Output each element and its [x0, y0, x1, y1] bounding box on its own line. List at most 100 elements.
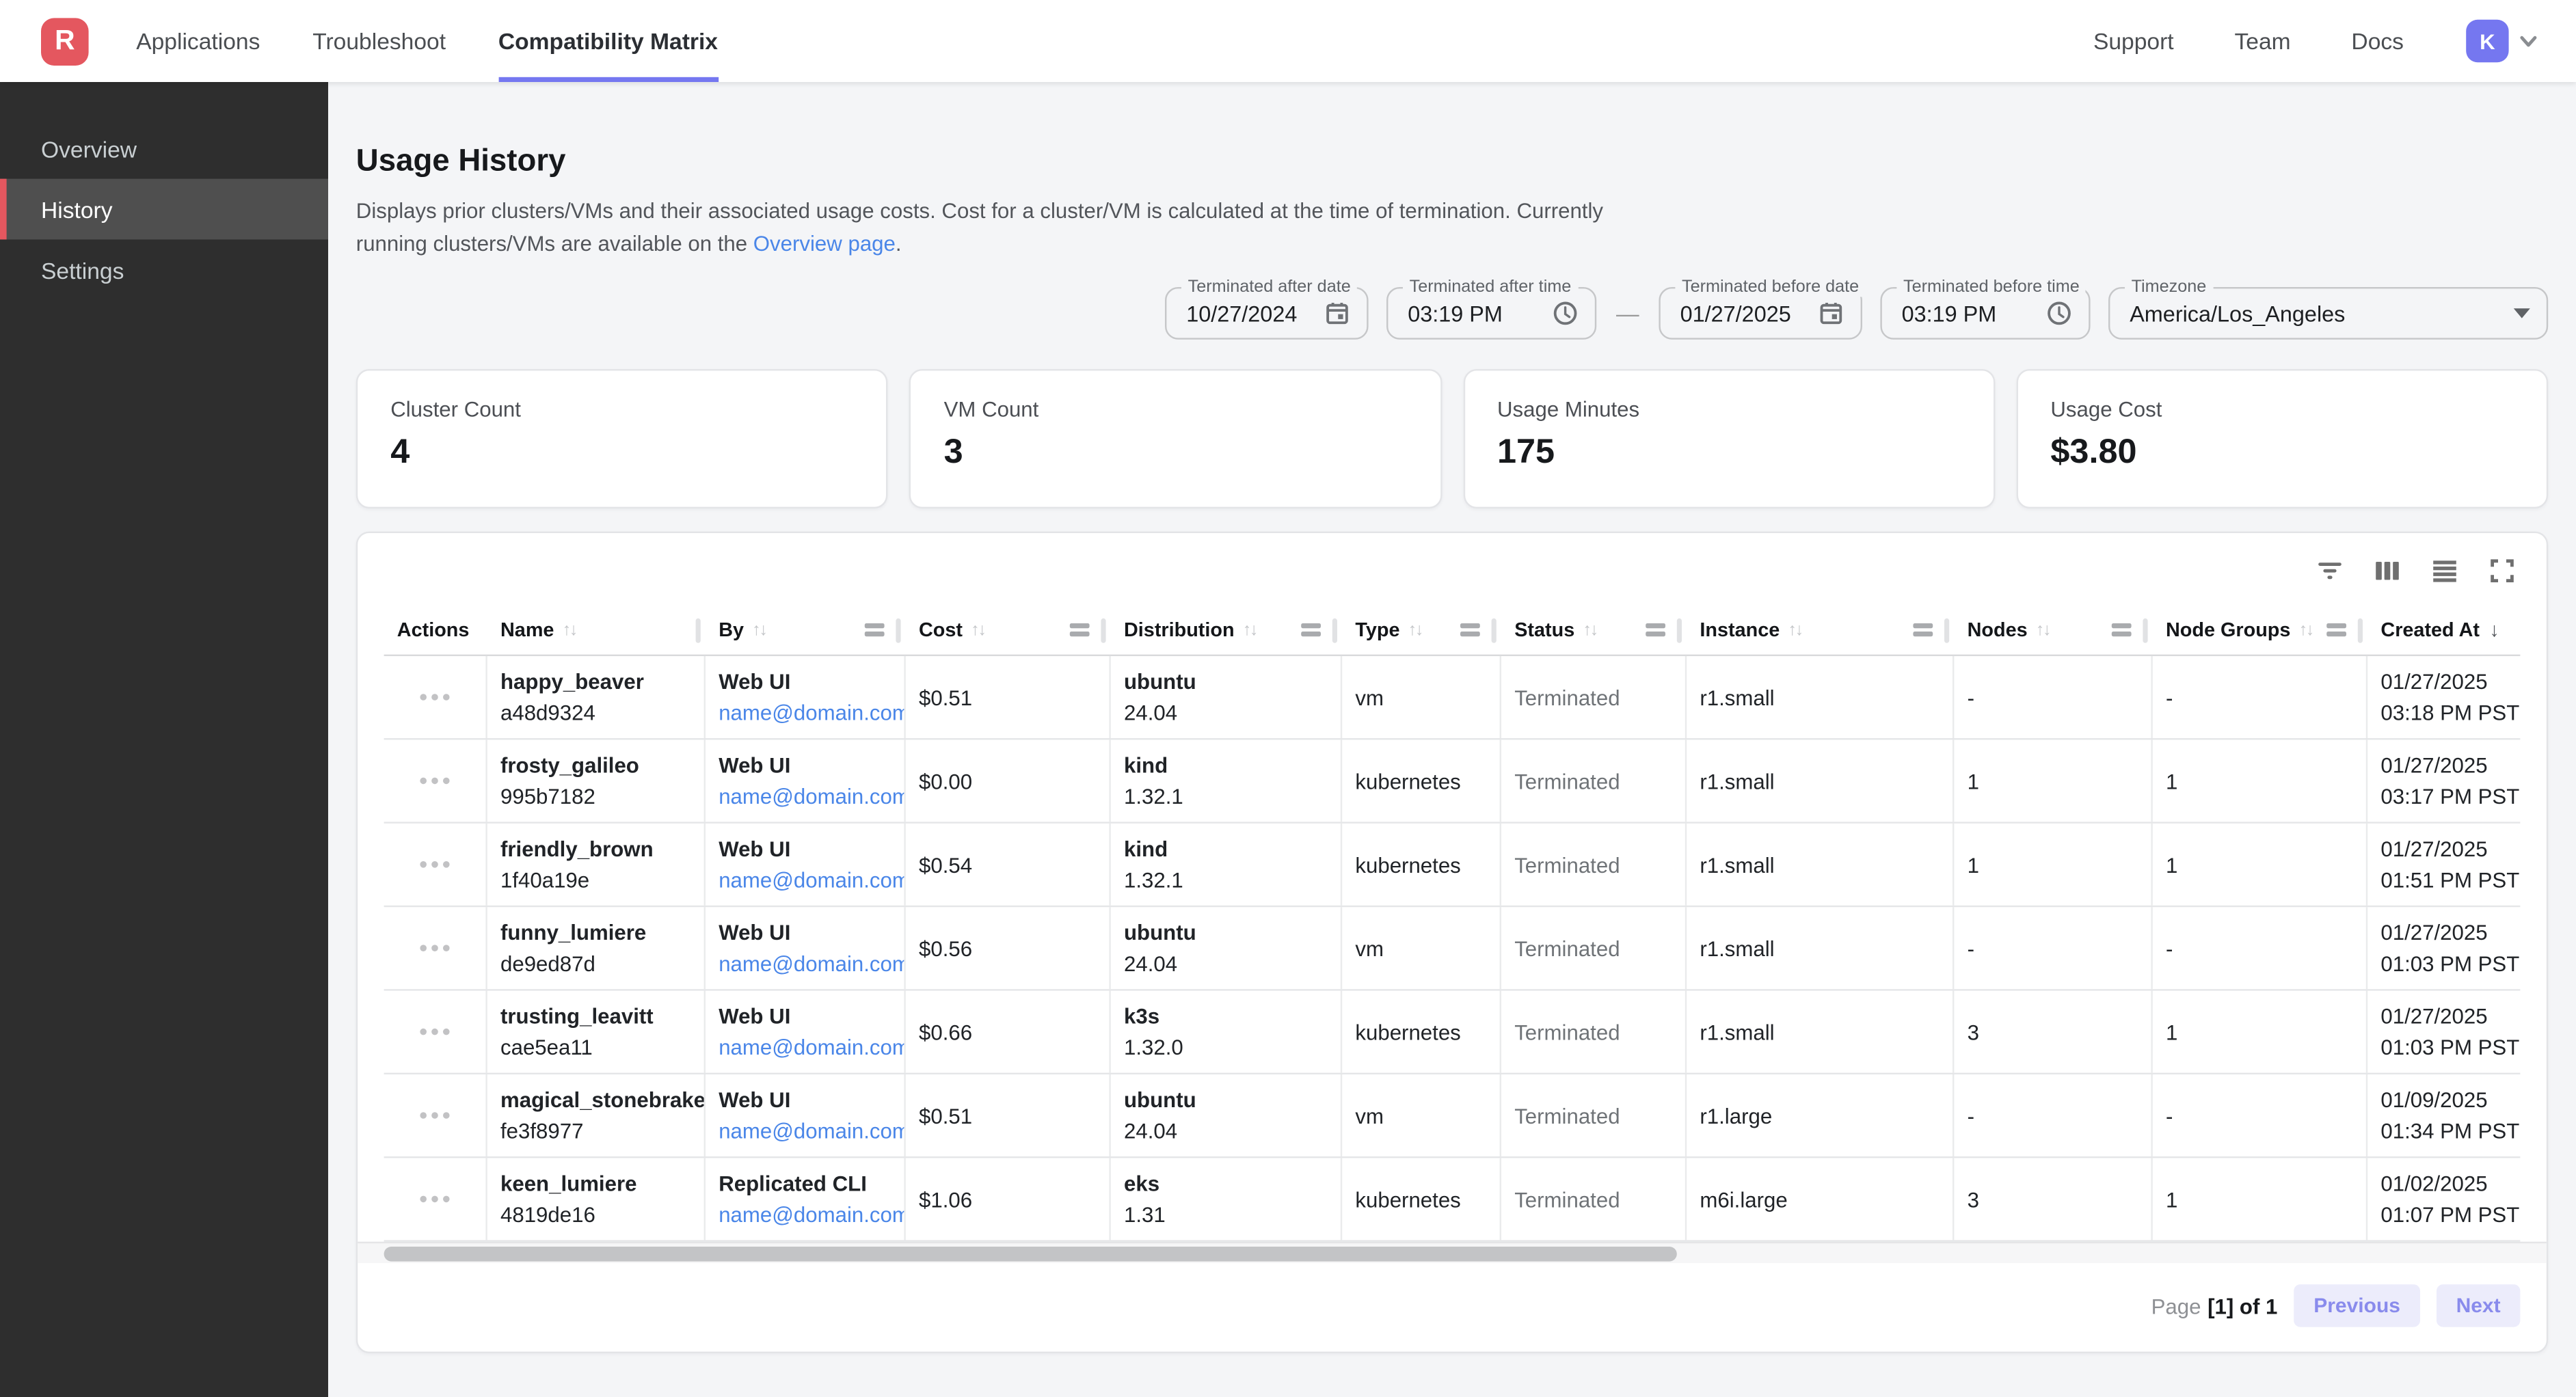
next-button[interactable]: Next: [2437, 1284, 2521, 1327]
fullscreen-icon[interactable]: [2487, 554, 2517, 587]
cell-node-groups: 1: [2153, 740, 2367, 822]
creator-email-link[interactable]: name@domain.com: [719, 1035, 891, 1059]
row-actions-icon[interactable]: [420, 1196, 449, 1203]
sort-arrows-icon[interactable]: ↑↓: [1583, 620, 1596, 640]
column-menu-icon[interactable]: [2326, 620, 2346, 640]
nav-item[interactable]: Applications: [136, 0, 260, 82]
filter-bar: Terminated after date 10/27/2024 Termina…: [356, 287, 2548, 340]
top-link[interactable]: Team: [2234, 28, 2290, 54]
main-content: Usage History Displays prior clusters/VM…: [328, 82, 2576, 1397]
cell-node-groups: -: [2153, 656, 2367, 738]
replicated-logo[interactable]: R: [41, 17, 89, 65]
horizontal-scrollbar-thumb[interactable]: [384, 1247, 1676, 1262]
cell-distribution: ubuntu 24.04: [1111, 907, 1342, 989]
row-actions-icon[interactable]: [420, 1029, 449, 1035]
column-header-label: Nodes: [1968, 619, 2028, 642]
columns-icon[interactable]: [2372, 554, 2402, 587]
timezone-select[interactable]: Timezone America/Los_Angeles: [2108, 287, 2548, 340]
cluster-name: funny_lumiere: [500, 920, 690, 945]
cell-status: Terminated: [1501, 656, 1687, 738]
column-header[interactable]: Nodes ↑↓: [1954, 606, 2152, 655]
cell-name: friendly_brown 1f40a19e: [487, 824, 706, 906]
row-actions-icon[interactable]: [420, 694, 449, 701]
column-menu-icon[interactable]: [1913, 620, 1933, 640]
sidebar-item[interactable]: Settings: [0, 239, 328, 300]
cell-cost: $0.00: [906, 740, 1111, 822]
sort-arrows-icon[interactable]: ↑↓: [2036, 620, 2050, 640]
pagination: Page [1] of 1 Previous Next: [384, 1263, 2521, 1352]
top-link[interactable]: Docs: [2351, 28, 2404, 54]
column-separator: [2358, 618, 2363, 642]
calendar-icon[interactable]: [1818, 300, 1844, 326]
date-time-field[interactable]: Terminated after date 10/27/2024: [1165, 287, 1369, 340]
date-time-field[interactable]: Terminated after time 03:19 PM: [1386, 287, 1596, 340]
creator-email-link[interactable]: name@domain.com: [719, 951, 891, 976]
previous-button[interactable]: Previous: [2294, 1284, 2419, 1327]
user-avatar[interactable]: K: [2466, 20, 2508, 62]
column-header[interactable]: Actions: [384, 606, 487, 655]
row-actions-icon[interactable]: [420, 778, 449, 785]
column-menu-icon[interactable]: [2112, 620, 2132, 640]
sort-arrows-icon[interactable]: ↑↓: [971, 620, 984, 640]
column-header[interactable]: By ↑↓: [706, 606, 906, 655]
column-header[interactable]: Created At ↓: [2367, 606, 2520, 655]
nav-item[interactable]: Troubleshoot: [312, 0, 446, 82]
sort-arrows-icon[interactable]: ↑↓: [562, 620, 576, 640]
clock-icon[interactable]: [1552, 300, 1578, 326]
sort-arrows-icon[interactable]: ↑↓: [1408, 620, 1422, 640]
column-menu-icon[interactable]: [1070, 620, 1090, 640]
clock-icon[interactable]: [2046, 300, 2072, 326]
creator-email-link[interactable]: name@domain.com: [719, 701, 891, 725]
overview-page-link[interactable]: Overview page: [753, 231, 896, 256]
column-header[interactable]: Instance ↑↓: [1687, 606, 1954, 655]
cell-status: Terminated: [1501, 740, 1687, 822]
date-time-field[interactable]: Terminated before date 01/27/2025: [1659, 287, 1862, 340]
cell-distribution: eks 1.31: [1111, 1158, 1342, 1240]
sidebar-item[interactable]: History: [0, 179, 328, 240]
stat-value: $3.80: [2050, 433, 2513, 473]
cell-by: Web UI name@domain.com: [706, 740, 906, 822]
column-menu-icon[interactable]: [865, 620, 885, 640]
sidebar-item[interactable]: Overview: [0, 118, 328, 179]
cell-instance: r1.small: [1687, 740, 1954, 822]
cell-name: funny_lumiere de9ed87d: [487, 907, 706, 989]
filter-icon[interactable]: [2315, 554, 2344, 587]
column-header[interactable]: Distribution ↑↓: [1111, 606, 1342, 655]
cell-nodes: 1: [1954, 824, 2152, 906]
cluster-name: keen_lumiere: [500, 1171, 690, 1196]
density-icon[interactable]: [2430, 554, 2459, 587]
sort-arrows-icon[interactable]: ↑↓: [1243, 620, 1257, 640]
column-header[interactable]: Status ↑↓: [1501, 606, 1687, 655]
column-separator: [896, 618, 900, 642]
creator-email-link[interactable]: name@domain.com: [719, 868, 891, 893]
cell-type: vm: [1342, 656, 1501, 738]
column-menu-icon[interactable]: [1460, 620, 1480, 640]
stat-label: VM Count: [944, 397, 1407, 422]
column-header[interactable]: Name ↑↓: [487, 606, 706, 655]
date-time-field[interactable]: Terminated before time 03:19 PM: [1880, 287, 2090, 340]
sort-arrows-icon[interactable]: ↑↓: [2298, 620, 2312, 640]
sort-desc-icon[interactable]: ↓: [2489, 619, 2499, 642]
creator-email-link[interactable]: name@domain.com: [719, 784, 891, 809]
dropdown-icon[interactable]: [2514, 308, 2530, 318]
sort-arrows-icon[interactable]: ↑↓: [1788, 620, 1801, 640]
cell-node-groups: 1: [2153, 991, 2367, 1073]
terminated-before-group: Terminated before date 01/27/2025 Termin…: [1659, 287, 2090, 340]
column-header[interactable]: Node Groups ↑↓: [2153, 606, 2367, 655]
column-menu-icon[interactable]: [1646, 620, 1665, 640]
nav-item[interactable]: Compatibility Matrix: [498, 0, 718, 82]
row-actions-icon[interactable]: [420, 1112, 449, 1119]
top-link[interactable]: Support: [2093, 28, 2174, 54]
creator-email-link[interactable]: name@domain.com: [719, 1119, 891, 1143]
calendar-icon[interactable]: [1324, 300, 1350, 326]
creator-email-link[interactable]: name@domain.com: [719, 1202, 891, 1227]
cell-actions: [384, 1158, 487, 1240]
column-header[interactable]: Cost ↑↓: [906, 606, 1111, 655]
row-actions-icon[interactable]: [420, 861, 449, 868]
cell-node-groups: 1: [2153, 1158, 2367, 1240]
sort-arrows-icon[interactable]: ↑↓: [752, 620, 766, 640]
column-menu-icon[interactable]: [1301, 620, 1321, 640]
column-header[interactable]: Type ↑↓: [1342, 606, 1501, 655]
chevron-down-icon[interactable]: [2517, 29, 2540, 53]
row-actions-icon[interactable]: [420, 945, 449, 951]
